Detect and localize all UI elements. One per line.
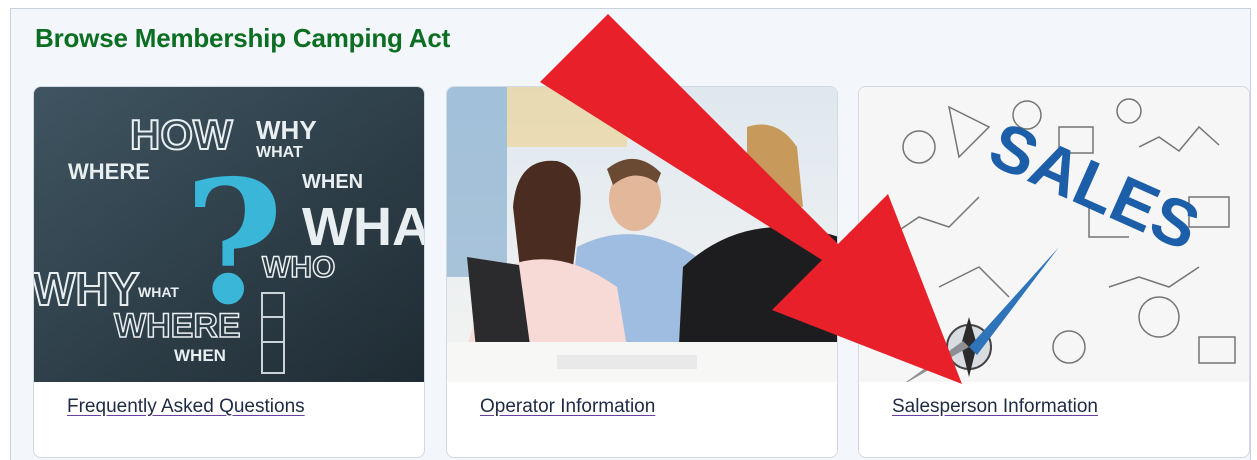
salesperson-image: SALES [859,87,1249,382]
word-when: WHEN [302,171,363,193]
word-when-small: WHEN [174,346,226,365]
faq-link[interactable]: Frequently Asked Questions [67,396,305,418]
salesperson-link[interactable]: Salesperson Information [892,396,1098,418]
faq-card[interactable]: HOW WHY WHAT WHERE WHEN WHA WHO WHY WHAT… [33,86,425,458]
operator-card[interactable]: Operator Information [446,86,838,458]
browse-panel: Browse Membership Camping Act HOW WHY WH… [10,8,1251,460]
salesperson-card[interactable]: SALES Salesperson Information [858,86,1250,458]
word-what-small: WHAT [138,284,179,300]
word-where: WHERE [68,159,150,184]
word-why: WHY [256,115,317,145]
faq-image: HOW WHY WHAT WHERE WHEN WHA WHO WHY WHAT… [34,87,425,382]
operator-image [447,87,837,382]
word-wha: WHA [302,197,425,257]
operator-link[interactable]: Operator Information [480,396,655,418]
question-mark: ? [184,143,284,343]
section-title: Browse Membership Camping Act [35,23,451,53]
